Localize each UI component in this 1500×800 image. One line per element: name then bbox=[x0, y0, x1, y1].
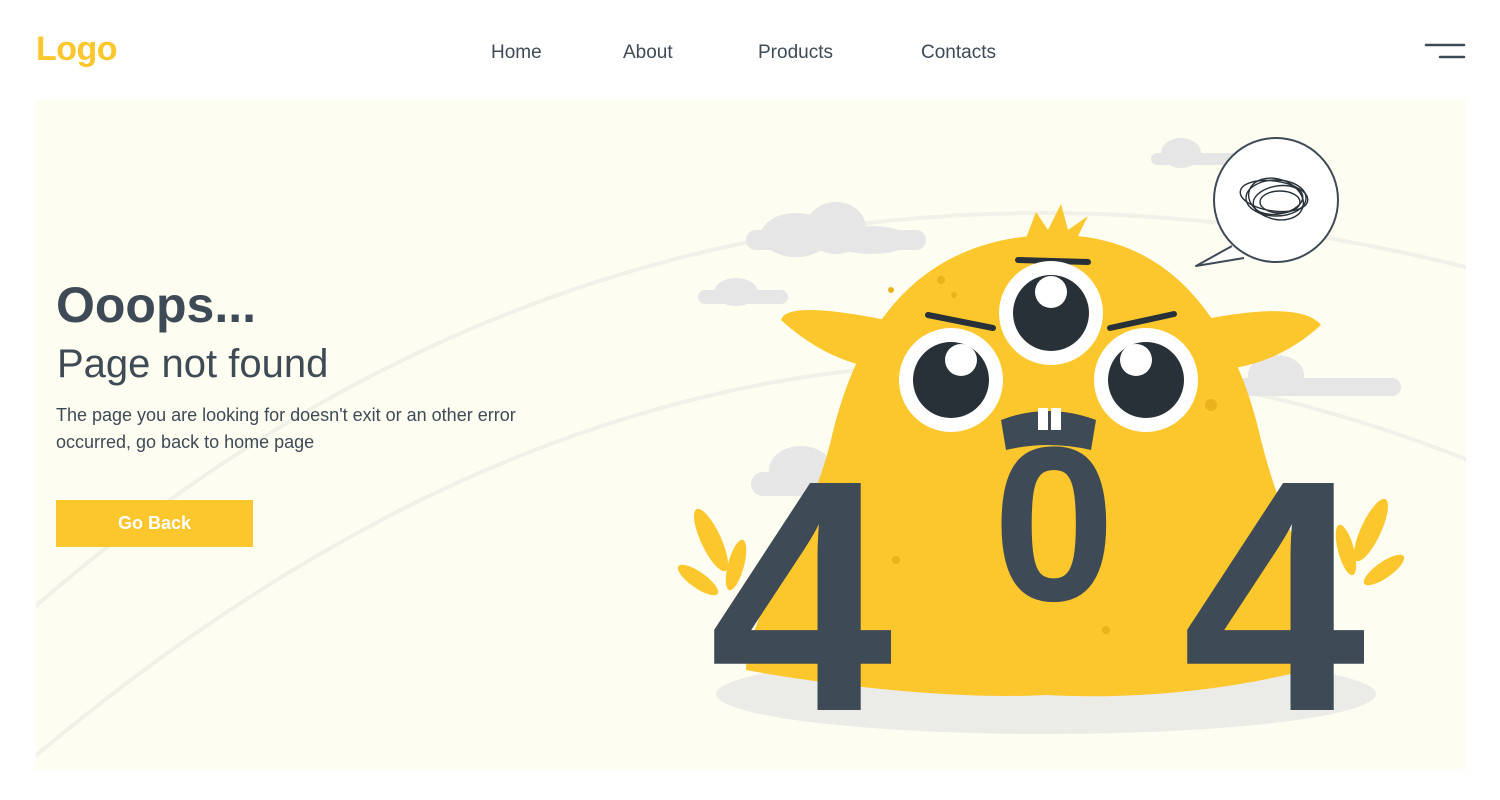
digit-four-left: 4 bbox=[709, 411, 895, 750]
page: Logo Home About Products Contacts Ooops.… bbox=[0, 0, 1500, 800]
hamburger-menu-button[interactable] bbox=[1420, 40, 1470, 66]
go-back-button[interactable]: Go Back bbox=[56, 500, 253, 547]
digit-four-right: 4 bbox=[1182, 411, 1368, 750]
monster-404-illustration: 4 0 4 bbox=[677, 137, 1405, 750]
page-subtitle: Page not found bbox=[57, 342, 329, 386]
error-panel: Ooops... Page not found The page you are… bbox=[36, 100, 1466, 770]
nav-link-about[interactable]: About bbox=[623, 42, 673, 64]
main-nav: Home About Products Contacts bbox=[0, 42, 1500, 66]
digit-zero: 0 bbox=[993, 401, 1115, 647]
error-description: The page you are looking for doesn't exi… bbox=[56, 405, 516, 452]
nav-link-home[interactable]: Home bbox=[491, 42, 542, 64]
site-header: Logo Home About Products Contacts bbox=[0, 0, 1500, 100]
cloud-icon bbox=[746, 202, 926, 257]
monster-tuft bbox=[1026, 204, 1088, 240]
page-title: Ooops... bbox=[56, 277, 256, 333]
cloud-small-icon bbox=[698, 278, 788, 306]
nav-link-contacts[interactable]: Contacts bbox=[921, 42, 996, 64]
nav-link-products[interactable]: Products bbox=[758, 42, 833, 64]
hamburger-menu-icon bbox=[1424, 43, 1466, 59]
